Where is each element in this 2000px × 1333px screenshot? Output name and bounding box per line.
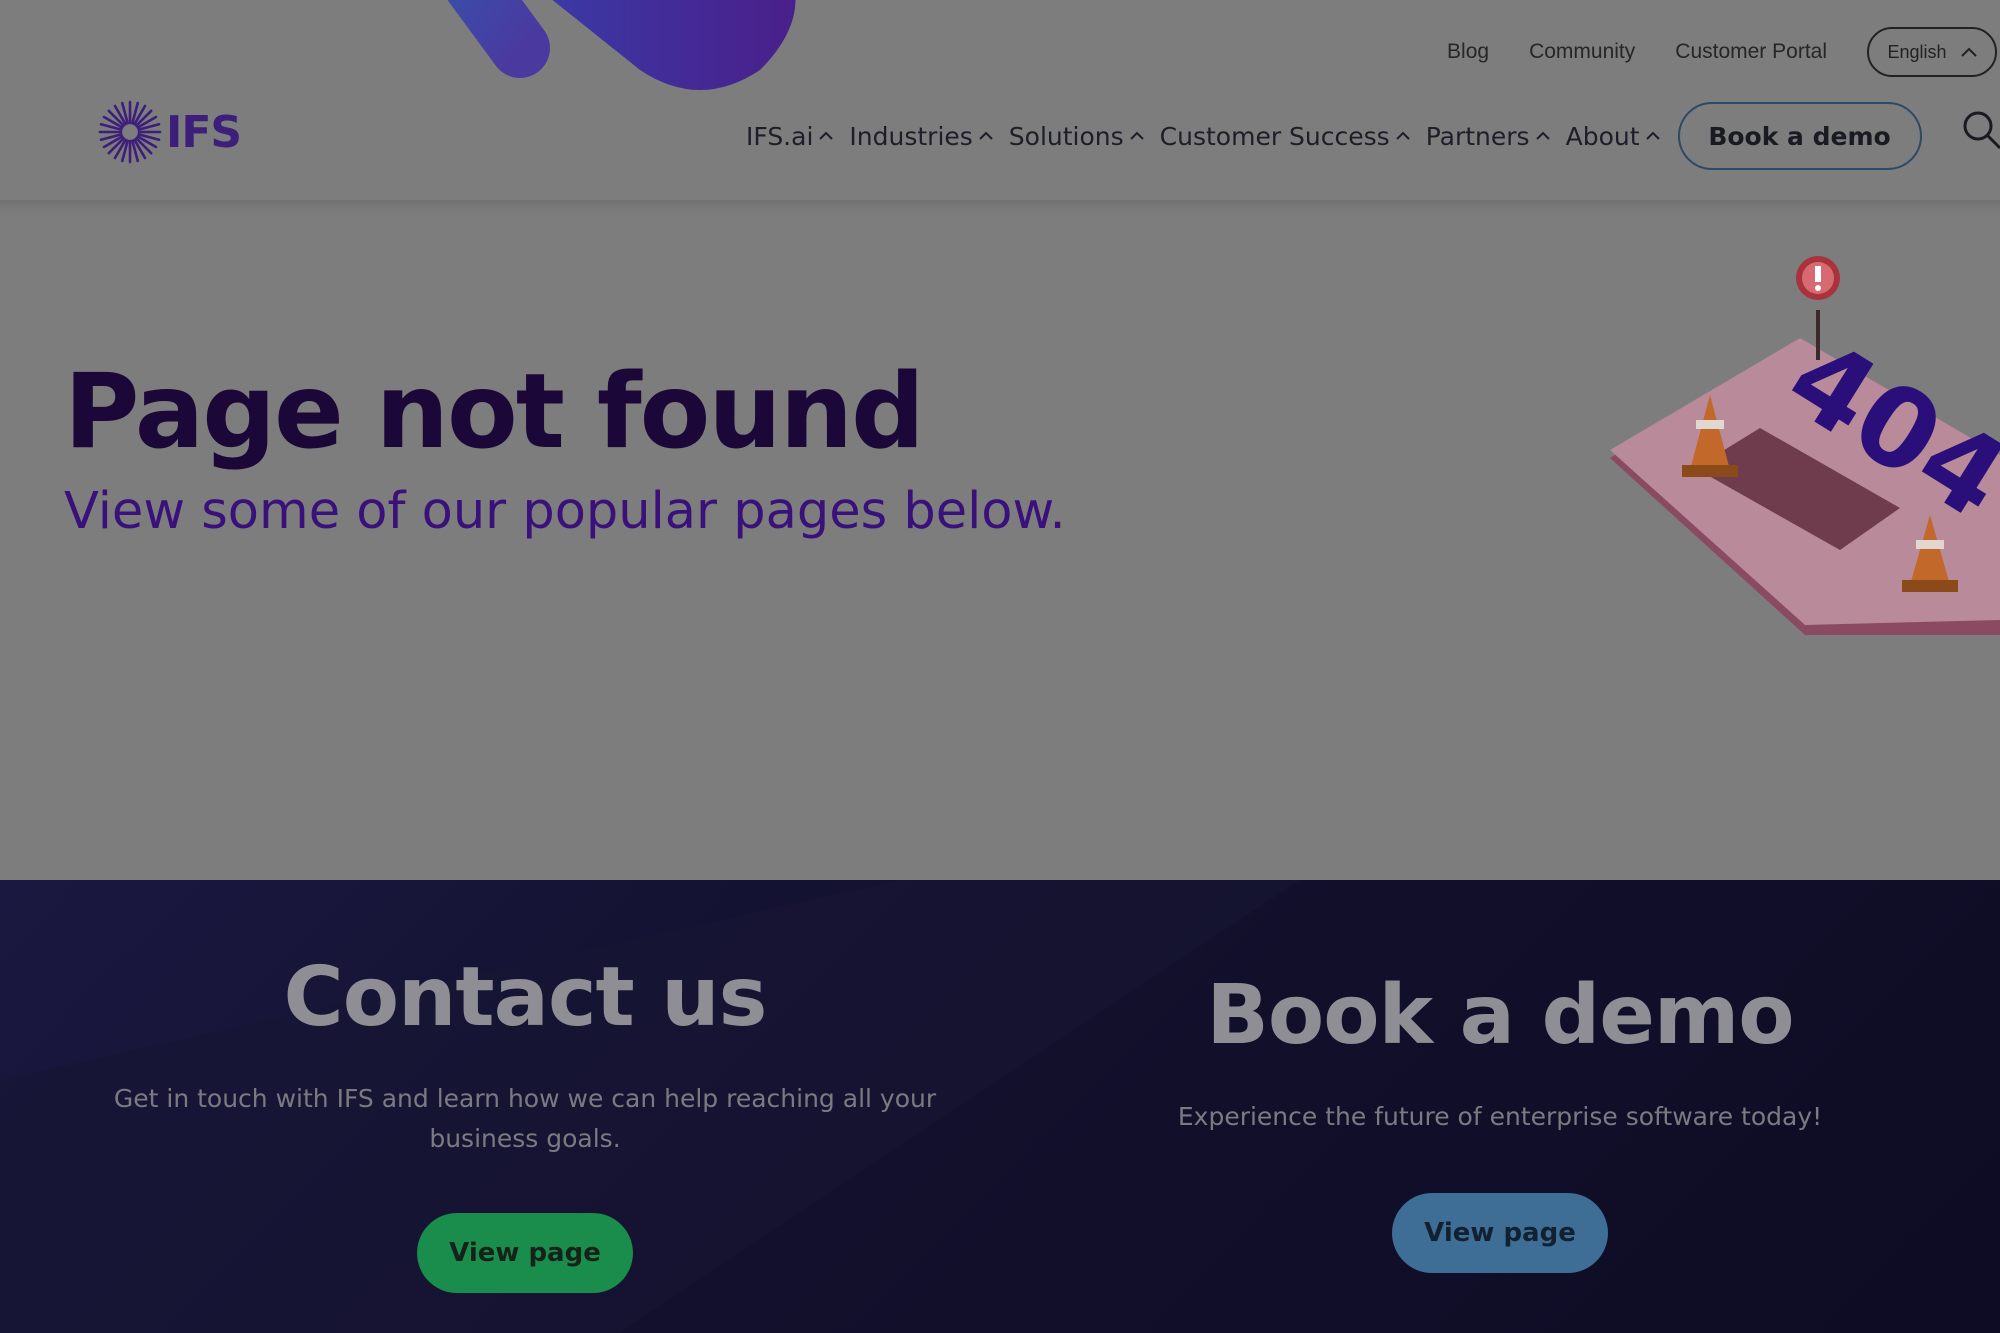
nav-item-label: Industries bbox=[849, 121, 973, 151]
community-link[interactable]: Community bbox=[1529, 40, 1635, 64]
utility-nav: Blog Community Customer Portal English bbox=[1447, 27, 2000, 77]
nav-item-label: About bbox=[1565, 121, 1640, 151]
chevron-up-icon bbox=[1535, 131, 1550, 140]
book-demo-button[interactable]: Book a demo bbox=[1677, 102, 1922, 170]
nav-item-label: IFS.ai bbox=[746, 121, 814, 151]
chevron-up-icon bbox=[1129, 131, 1144, 140]
nav-item-industries[interactable]: Industries bbox=[849, 121, 993, 151]
nav-divider bbox=[0, 200, 2000, 214]
customer-portal-link[interactable]: Customer Portal bbox=[1675, 40, 1827, 64]
search-icon[interactable] bbox=[1962, 110, 2000, 150]
language-selector[interactable]: English bbox=[1867, 27, 1997, 77]
language-label: English bbox=[1887, 41, 1947, 62]
nav-item-label: Solutions bbox=[1008, 121, 1124, 151]
logo-wordmark: IFS bbox=[166, 106, 242, 158]
blog-link[interactable]: Blog bbox=[1447, 40, 1489, 64]
contact-title: Contact us bbox=[283, 950, 768, 1045]
demo-text: Experience the future of enterprise soft… bbox=[1177, 1102, 1823, 1131]
nav-item-partners[interactable]: Partners bbox=[1426, 122, 1550, 151]
sunburst-logo-icon bbox=[98, 100, 162, 164]
nav-item-solutions[interactable]: Solutions bbox=[1009, 122, 1144, 151]
demo-view-page-button[interactable]: View page bbox=[1392, 1193, 1608, 1273]
demo-title: Book a demo bbox=[1206, 968, 1794, 1063]
ifs-logo[interactable]: IFS bbox=[98, 100, 242, 164]
chevron-up-icon bbox=[979, 131, 993, 140]
main-nav: IFS.ai Industries Solutions Customer Suc… bbox=[746, 102, 1922, 170]
nav-item-about[interactable]: About bbox=[1566, 122, 1660, 151]
nav-item-ifs-ai[interactable]: IFS.ai bbox=[746, 121, 834, 151]
contact-view-page-button[interactable]: View page bbox=[417, 1213, 633, 1293]
chevron-up-icon bbox=[1645, 131, 1660, 140]
contact-card: Contact us Get in touch with IFS and lea… bbox=[60, 880, 990, 1293]
chevron-up-icon bbox=[1395, 131, 1410, 140]
chevron-up-icon bbox=[819, 131, 834, 140]
page-title: Page not found bbox=[64, 352, 925, 472]
nav-item-label: Customer Success bbox=[1159, 121, 1390, 151]
cta-section: Contact us Get in touch with IFS and lea… bbox=[0, 880, 2000, 1333]
nav-item-label: Partners bbox=[1425, 121, 1530, 151]
demo-card: Book a demo Experience the future of ent… bbox=[1050, 880, 1950, 1273]
contact-text: Get in touch with IFS and learn how we c… bbox=[113, 1084, 937, 1153]
page-subtitle: View some of our popular pages below. bbox=[64, 482, 1066, 541]
nav-item-customer-success[interactable]: Customer Success bbox=[1160, 122, 1410, 151]
chevron-up-icon bbox=[1960, 47, 1977, 57]
404-illustration-icon: 404 bbox=[1610, 256, 2000, 635]
